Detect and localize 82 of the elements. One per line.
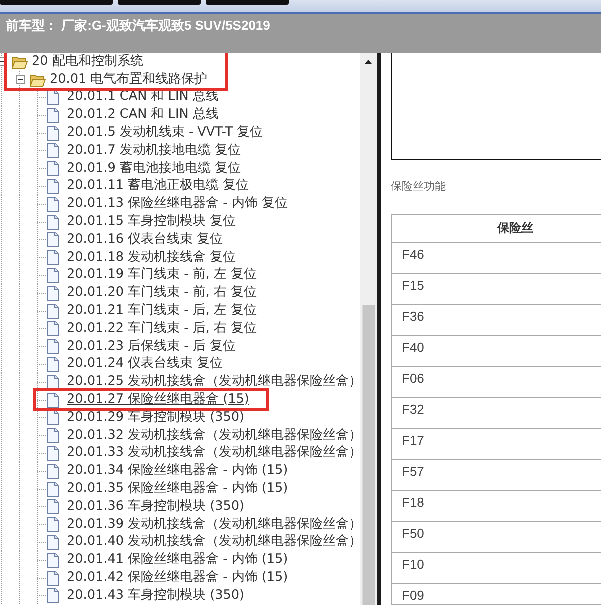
document-icon	[47, 410, 59, 426]
document-icon	[47, 356, 59, 372]
table-cell: F17	[391, 429, 601, 460]
document-icon	[47, 428, 59, 444]
document-icon	[47, 482, 59, 497]
document-icon	[47, 214, 59, 230]
document-icon	[47, 446, 59, 461]
tree-item[interactable]: 20.01.39 发动机接线盒（发动机继电器保险丝盒）	[67, 516, 360, 533]
tree-item[interactable]: 20.01.15 车身控制模块 复位	[67, 214, 236, 230]
scroll-up-arrow-icon[interactable]	[365, 60, 372, 64]
tree-item[interactable]: 20.01.34 保险丝继电器盒 - 内饰 (15)	[67, 463, 288, 480]
column-header: 保险丝	[391, 214, 601, 243]
scrollbar[interactable]	[360, 53, 377, 605]
tree-item[interactable]: 20 配电和控制系统	[32, 54, 144, 70]
document-icon	[47, 90, 59, 105]
document-icon	[47, 321, 59, 336]
tree-item[interactable]: 20.01.9 蓄电池接地电缆 复位	[67, 160, 241, 177]
tree-item[interactable]: 20.01.21 车门线束 - 后, 左 复位	[67, 303, 258, 320]
table-cell: F57	[391, 460, 601, 491]
document-icon	[47, 126, 59, 141]
tree-item[interactable]: 20.01 电气布置和线路保护	[50, 72, 208, 88]
table-caption: 保险丝功能	[391, 180, 447, 194]
document-icon	[47, 339, 59, 354]
tree-item[interactable]: 20.01.43 车身控制模块 (350)	[67, 588, 245, 604]
tree-item[interactable]: 20.01.35 保险丝继电器盒 - 内饰 (15)	[67, 481, 288, 498]
tree-item[interactable]: 20.01.40 发动机接线盒（发动机继电器保险丝盒）	[67, 534, 360, 550]
tree-item[interactable]: 20.01.24 仪表台线束 复位	[67, 356, 224, 372]
document-icon	[47, 108, 59, 123]
tree-item[interactable]: 20.01.36 车身控制模块 (350)	[67, 498, 245, 515]
table-cell: F40	[391, 336, 601, 367]
document-icon	[47, 196, 59, 212]
tree-item[interactable]: 20.01.11 蓄电池正极电缆 复位	[67, 178, 250, 194]
vehicle-model-text: 前车型： 厂家:G-观致汽车观致5 SUV/5S2019	[6, 18, 270, 33]
tree-item[interactable]: 20.01.5 发动机线束 - VVT-T 复位	[67, 125, 264, 142]
tree-item[interactable]: 20.01.20 车门线束 - 前, 右 复位	[67, 285, 258, 302]
tree-item[interactable]: 20.01.42 保险丝继电器盒 - 内饰 (15)	[67, 570, 288, 586]
document-icon	[47, 374, 59, 390]
document-icon	[47, 143, 59, 158]
table-cell: F36	[391, 305, 601, 336]
table-cell: F50	[391, 522, 601, 553]
tree-item[interactable]: 20.01.18 发动机接线盒 复位	[67, 250, 236, 266]
tree-item[interactable]: 20.01.23 后保线束 - 后 复位	[67, 338, 236, 355]
toolbar-button[interactable]	[118, 0, 201, 5]
document-icon	[47, 268, 59, 283]
document-icon	[47, 161, 59, 176]
table-cell: F18	[391, 491, 601, 522]
toolbar-button[interactable]	[0, 0, 113, 5]
tree-item[interactable]: 20.01.41 保险丝继电器盒 - 内饰 (15)	[67, 552, 288, 568]
tree-item[interactable]: 20.01.2 CAN 和 LIN 总线	[67, 107, 219, 124]
document-icon	[47, 499, 59, 514]
document-icon	[47, 304, 59, 319]
document-icon	[47, 552, 59, 568]
tree-item[interactable]: 20.01.16 仪表台线束 复位	[67, 232, 224, 248]
toolbar-button[interactable]	[206, 0, 289, 5]
document-icon	[47, 392, 59, 408]
document-icon	[47, 517, 59, 532]
document-icon	[47, 178, 59, 194]
tree-item[interactable]: 20.01.33 发动机接线盒（发动机继电器保险丝盒）	[67, 445, 360, 462]
document-icon	[47, 286, 59, 301]
table-cell: F09	[391, 584, 601, 605]
tree-item[interactable]: 20.01.22 车门线束 - 后, 右 复位	[67, 320, 258, 337]
table-cell: F15	[391, 274, 601, 305]
document-icon	[47, 464, 59, 479]
tree-item[interactable]: 20.01.7 发动机接地电缆 复位	[67, 142, 241, 159]
table-cell: F10	[391, 553, 601, 584]
tree-item[interactable]: 20.01.32 发动机接线盒（发动机继电器保险丝盒）	[67, 428, 360, 444]
document-icon	[47, 250, 59, 266]
table-cell: F32	[391, 398, 601, 429]
document-icon	[47, 570, 59, 586]
tree-item[interactable]: 20.01.25 发动机接线盒（发动机继电器保险丝盒）	[67, 374, 360, 390]
folder-icon	[30, 72, 46, 87]
document-icon	[47, 534, 59, 550]
table-cell: F06	[391, 367, 601, 398]
tree-item[interactable]: 20.01.13 保险丝继电器盒 - 内饰 复位	[67, 196, 288, 212]
tree-item[interactable]: 20.01.29 车身控制模块 (350)	[67, 410, 245, 426]
tree-item[interactable]: 20.01.27 保险丝继电器盒 (15)	[67, 392, 250, 408]
scrollbar-thumb[interactable]	[362, 305, 375, 605]
document-icon	[47, 232, 59, 248]
collapse-icon[interactable]	[16, 75, 24, 84]
table-cell: F46	[391, 243, 601, 274]
tree-item[interactable]: 20.01.19 车门线束 - 前, 左 复位	[67, 267, 258, 284]
folder-icon	[12, 54, 28, 69]
